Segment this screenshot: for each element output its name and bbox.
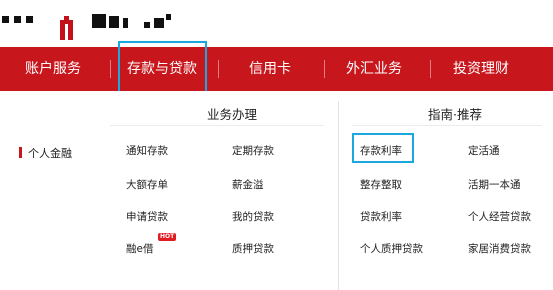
link-fixed-deposit[interactable]: 定期存款 xyxy=(232,143,274,158)
link-rong-e-jie[interactable]: 融e借 xyxy=(126,241,153,256)
link-notice-deposit[interactable]: 通知存款 xyxy=(126,143,168,158)
link-salary-plus[interactable]: 薪金溢 xyxy=(232,177,264,192)
category-personal-finance[interactable]: 个人金融 xyxy=(19,145,72,161)
dropdown-panel: 业务办理 指南·推荐 个人金融 通知存款 定期存款 大额存单 薪金溢 申请贷款 … xyxy=(0,91,553,290)
link-loan-rate[interactable]: 贷款利率 xyxy=(360,209,402,224)
divider xyxy=(110,125,324,126)
link-large-cd[interactable]: 大额存单 xyxy=(126,177,168,192)
nav-item-investment[interactable]: 投资理财 xyxy=(436,47,526,91)
link-current-account-book[interactable]: 活期一本通 xyxy=(468,177,521,192)
active-marker xyxy=(19,147,22,158)
link-personal-pledge-loan[interactable]: 个人质押贷款 xyxy=(360,241,423,256)
business-section-title: 业务办理 xyxy=(207,107,258,122)
category-label: 个人金融 xyxy=(28,147,72,160)
guide-section-title: 指南·推荐 xyxy=(428,107,482,122)
link-my-loans[interactable]: 我的贷款 xyxy=(232,209,274,224)
main-nav: 账户服务 存款与贷款 信用卡 外汇业务 投资理财 xyxy=(0,47,553,91)
column-divider xyxy=(338,101,339,290)
link-dinghuotong[interactable]: 定活通 xyxy=(468,143,500,158)
link-highlight xyxy=(352,133,414,163)
link-home-consumer-loan[interactable]: 家居消费贷款 xyxy=(468,241,531,256)
link-business-loan[interactable]: 个人经营贷款 xyxy=(468,209,531,224)
divider xyxy=(352,125,542,126)
nav-item-credit-card[interactable]: 信用卡 xyxy=(226,47,314,91)
nav-item-account[interactable]: 账户服务 xyxy=(10,47,96,91)
header-bar xyxy=(0,0,553,47)
link-lump-sum-deposit[interactable]: 整存整取 xyxy=(360,177,402,192)
hot-badge: HOT xyxy=(158,233,177,241)
logo-mark-icon xyxy=(60,16,74,40)
link-apply-loan[interactable]: 申请贷款 xyxy=(126,209,168,224)
nav-item-forex[interactable]: 外汇业务 xyxy=(328,47,420,91)
link-pledge-loan[interactable]: 质押贷款 xyxy=(232,241,274,256)
active-nav-highlight xyxy=(118,41,207,93)
